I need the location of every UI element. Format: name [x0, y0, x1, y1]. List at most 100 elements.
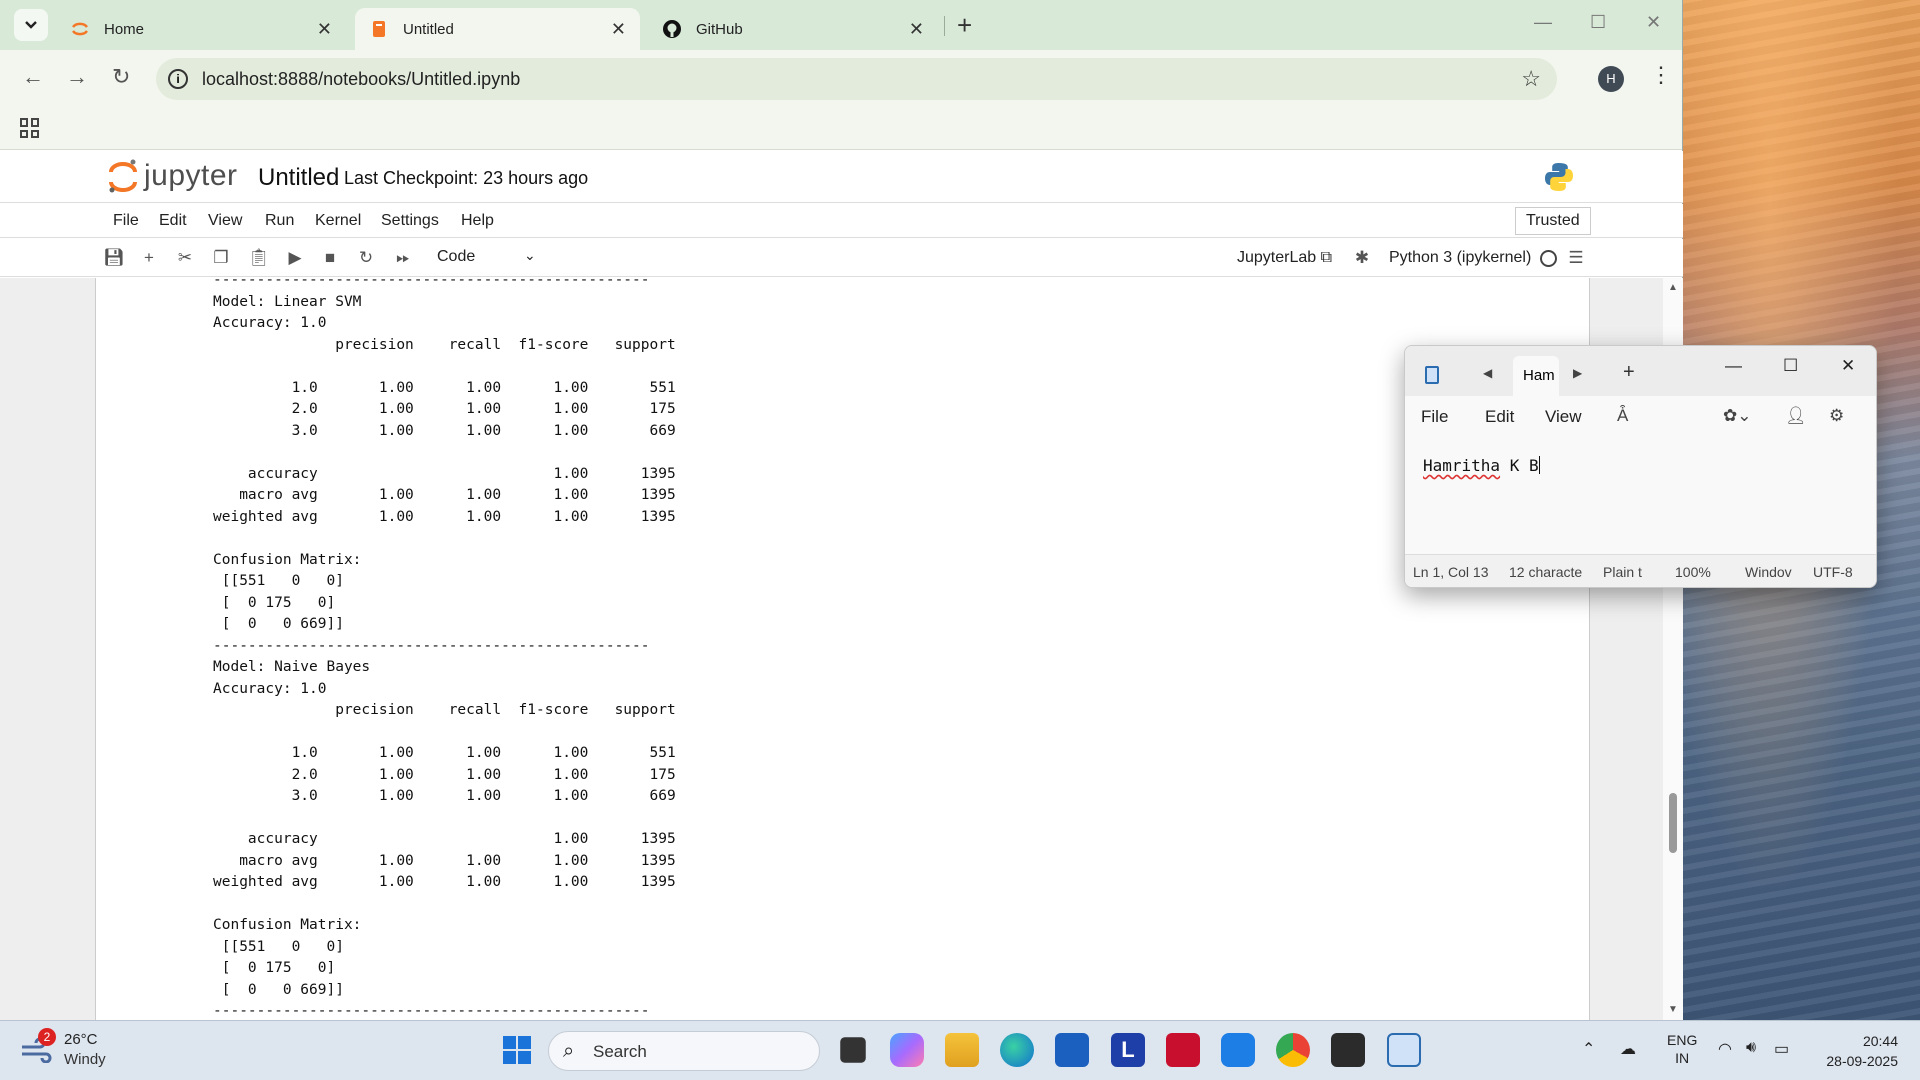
forward-icon[interactable]: → [66, 64, 88, 90]
weather-temperature[interactable]: 26°C [64, 1031, 98, 1048]
notepad-statusbar: Ln 1, Col 13 12 characte Plain t 100% Wi… [1405, 554, 1876, 587]
show-hidden-icons-chevron-icon[interactable]: ⌃ [1582, 1039, 1595, 1059]
file-explorer-icon[interactable] [945, 1033, 979, 1067]
weather-description[interactable]: Windy [64, 1051, 106, 1068]
menu-view[interactable]: View [208, 212, 242, 230]
close-window-icon[interactable]: ✕ [1646, 12, 1661, 33]
cell-output: ----------------------------------------… [213, 278, 676, 1019]
run-icon[interactable]: ▶ [285, 248, 305, 268]
editor-text: K B [1500, 456, 1539, 475]
menu-kernel[interactable]: Kernel [315, 212, 361, 230]
menu-file[interactable]: File [113, 212, 139, 230]
cut-icon[interactable]: ✂ [175, 248, 195, 268]
l-app-icon[interactable]: L [1111, 1033, 1145, 1067]
scroll-up-icon[interactable]: ▲ [1668, 282, 1678, 293]
jupyter-logo-icon [109, 159, 137, 193]
tab-separator [944, 16, 945, 36]
fast-forward-icon[interactable]: ⏩︎ [393, 248, 413, 268]
notepad-editor[interactable]: Hamritha K B [1423, 456, 1540, 475]
start-button[interactable] [500, 1033, 534, 1067]
scroll-tabs-right-icon[interactable]: ▶ [1573, 366, 1582, 380]
notification-badge: 2 [38, 1028, 56, 1046]
restart-icon[interactable]: ↻ [356, 248, 376, 268]
terminal-icon[interactable] [1331, 1033, 1365, 1067]
notepad-menu-edit[interactable]: Edit [1485, 407, 1514, 427]
status-chars: 12 characte [1509, 564, 1583, 580]
gear-icon[interactable]: ⚙ [1829, 406, 1844, 426]
url-text[interactable]: localhost:8888/notebooks/Untitled.ipynb [202, 69, 520, 90]
notepad-app-icon [1425, 366, 1439, 384]
text-format-icon[interactable]: A͒ [1617, 406, 1628, 426]
notebook-icon [373, 21, 385, 37]
language-indicator[interactable]: ENG IN [1667, 1031, 1697, 1067]
save-icon[interactable]: 💾︎ [103, 248, 125, 268]
close-icon[interactable]: ✕ [1841, 356, 1855, 376]
tab-github[interactable]: GitHub ✕ [648, 8, 938, 50]
jupyterlab-link[interactable]: JupyterLab ⧉ [1237, 249, 1332, 267]
reload-icon[interactable]: ↻ [112, 64, 130, 90]
tab-untitled[interactable]: Untitled ✕ [355, 8, 640, 50]
account-icon[interactable]: 👤︎ [1785, 406, 1807, 426]
system-clock[interactable]: 20:44 28-09-2025 [1818, 1031, 1898, 1071]
new-tab-button[interactable]: + [1623, 361, 1635, 384]
notebook-page: ----------------------------------------… [95, 278, 1590, 1020]
kernel-name[interactable]: Python 3 (ipykernel) [1389, 249, 1531, 267]
menu-hamburger-icon[interactable]: ☰ [1566, 248, 1586, 268]
chevron-down-icon[interactable]: ⌄ [524, 247, 536, 264]
paste-icon[interactable]: 📋︎ [248, 248, 270, 268]
notepad-taskbar-icon[interactable] [1387, 1033, 1421, 1067]
menu-settings[interactable]: Settings [381, 212, 439, 230]
trusted-indicator[interactable]: Trusted [1515, 207, 1591, 235]
menu-run[interactable]: Run [265, 212, 294, 230]
debugger-bug-icon[interactable]: ✱ [1352, 248, 1372, 268]
external-link-icon: ⧉ [1320, 249, 1333, 266]
scroll-tabs-left-icon[interactable]: ◀ [1483, 366, 1492, 380]
region-code: IN [1675, 1050, 1690, 1066]
stop-icon[interactable]: ■ [320, 248, 340, 268]
notebook-title[interactable]: Untitled [258, 164, 339, 192]
notepad-menu-file[interactable]: File [1421, 407, 1448, 427]
maximize-icon[interactable]: ☐ [1783, 356, 1798, 376]
battery-icon[interactable]: ▭ [1774, 1039, 1789, 1059]
copilot-icon[interactable] [890, 1033, 924, 1067]
close-icon[interactable]: ✕ [317, 19, 332, 40]
close-icon[interactable]: ✕ [909, 19, 924, 40]
back-icon[interactable]: ← [22, 64, 44, 90]
menu-edit[interactable]: Edit [159, 212, 187, 230]
copilot-icon[interactable]: ✿⌄ [1723, 406, 1752, 426]
menu-help[interactable]: Help [461, 212, 494, 230]
maximize-icon[interactable]: ☐ [1590, 12, 1606, 33]
scroll-down-icon[interactable]: ▼ [1668, 1004, 1678, 1015]
status-zoom[interactable]: 100% [1675, 564, 1719, 580]
mcafee-icon[interactable] [1166, 1033, 1200, 1067]
address-bar[interactable]: i localhost:8888/notebooks/Untitled.ipyn… [156, 58, 1557, 100]
site-info-icon[interactable]: i [168, 69, 188, 89]
close-icon[interactable]: ✕ [611, 19, 626, 40]
notepad-menu-view[interactable]: View [1545, 407, 1582, 427]
scroll-thumb[interactable] [1669, 793, 1677, 853]
taskbar-search[interactable]: ⌕ Search [548, 1031, 820, 1071]
blue-app-icon[interactable] [1221, 1033, 1255, 1067]
task-view-icon[interactable] [840, 1037, 866, 1063]
wifi-icon[interactable]: ◠ [1718, 1039, 1732, 1059]
new-tab-button[interactable]: + [957, 10, 972, 41]
minimize-icon[interactable]: — [1534, 12, 1552, 33]
copy-icon[interactable]: ❐ [211, 248, 231, 268]
jupyterlab-label: JupyterLab [1237, 249, 1317, 266]
profile-avatar[interactable]: H [1598, 66, 1624, 92]
tab-home[interactable]: Home ✕ [56, 8, 346, 50]
onedrive-cloud-icon[interactable]: ☁ [1620, 1039, 1636, 1059]
browser-menu-icon[interactable]: ⋮ [1650, 62, 1672, 88]
chrome-icon[interactable] [1276, 1033, 1310, 1067]
bookmark-star-icon[interactable]: ☆ [1521, 66, 1541, 92]
edge-icon[interactable] [1000, 1033, 1034, 1067]
tab-search-button[interactable] [14, 9, 48, 41]
apps-grid-icon[interactable] [20, 118, 40, 138]
cell-type-select[interactable]: Code [437, 248, 475, 266]
volume-icon[interactable]: 🔊︎ [1746, 1039, 1756, 1057]
jupyter-logo[interactable]: jupyter [108, 157, 238, 195]
notepad-tab[interactable]: Ham [1513, 356, 1559, 396]
add-cell-icon[interactable]: + [139, 248, 159, 268]
microsoft-store-icon[interactable] [1055, 1033, 1089, 1067]
minimize-icon[interactable]: — [1725, 356, 1742, 376]
